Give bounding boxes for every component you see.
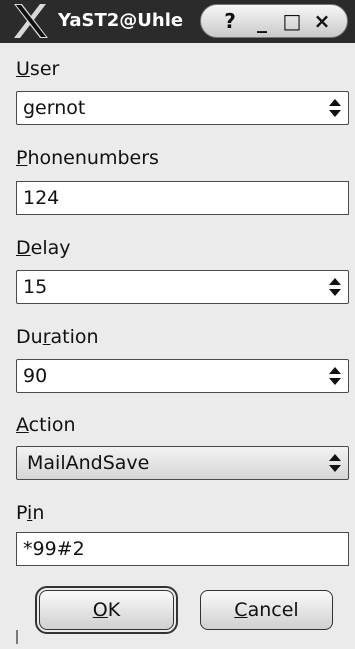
title-bar[interactable]: YaST2@Uhle ? _ □ × — [0, 0, 355, 43]
delay-combobox[interactable]: 15 — [16, 270, 349, 304]
user-combobox[interactable]: gernot — [16, 91, 349, 125]
phonenumbers-label: Phonenumbers — [16, 147, 159, 169]
maximize-button[interactable]: □ — [279, 5, 305, 37]
pin-label: Pin — [16, 502, 45, 524]
close-button[interactable]: × — [309, 5, 335, 37]
x-logo-icon — [14, 4, 48, 38]
window-controls: ? _ □ × — [200, 4, 348, 38]
updown-arrow-icon — [329, 99, 341, 117]
pin-value: *99#2 — [23, 538, 85, 560]
ok-button[interactable]: OK — [35, 586, 178, 634]
duration-label: Duration — [16, 326, 99, 348]
dialog-window: YaST2@Uhle ? _ □ × User gernot Phonenumb… — [0, 0, 355, 649]
window-title: YaST2@Uhle — [58, 10, 184, 31]
user-value: gernot — [23, 97, 86, 119]
window-edge-mark — [16, 630, 18, 644]
delay-label: Delay — [16, 237, 71, 259]
cancel-button[interactable]: Cancel — [200, 590, 333, 630]
updown-arrow-icon — [329, 454, 341, 472]
minimize-button[interactable]: _ — [249, 5, 275, 37]
user-label: User — [16, 58, 60, 80]
updown-arrow-icon — [329, 278, 341, 296]
updown-arrow-icon — [329, 367, 341, 385]
pin-input[interactable]: *99#2 — [16, 532, 349, 566]
action-combobox[interactable]: MailAndSave — [16, 446, 349, 480]
action-value: MailAndSave — [27, 452, 150, 474]
delay-value: 15 — [23, 276, 48, 298]
duration-value: 90 — [23, 365, 48, 387]
phonenumbers-value: 124 — [23, 187, 60, 209]
phonenumbers-input[interactable]: 124 — [16, 181, 349, 215]
duration-combobox[interactable]: 90 — [16, 359, 349, 393]
action-label: Action — [16, 414, 76, 436]
help-button[interactable]: ? — [217, 5, 243, 37]
